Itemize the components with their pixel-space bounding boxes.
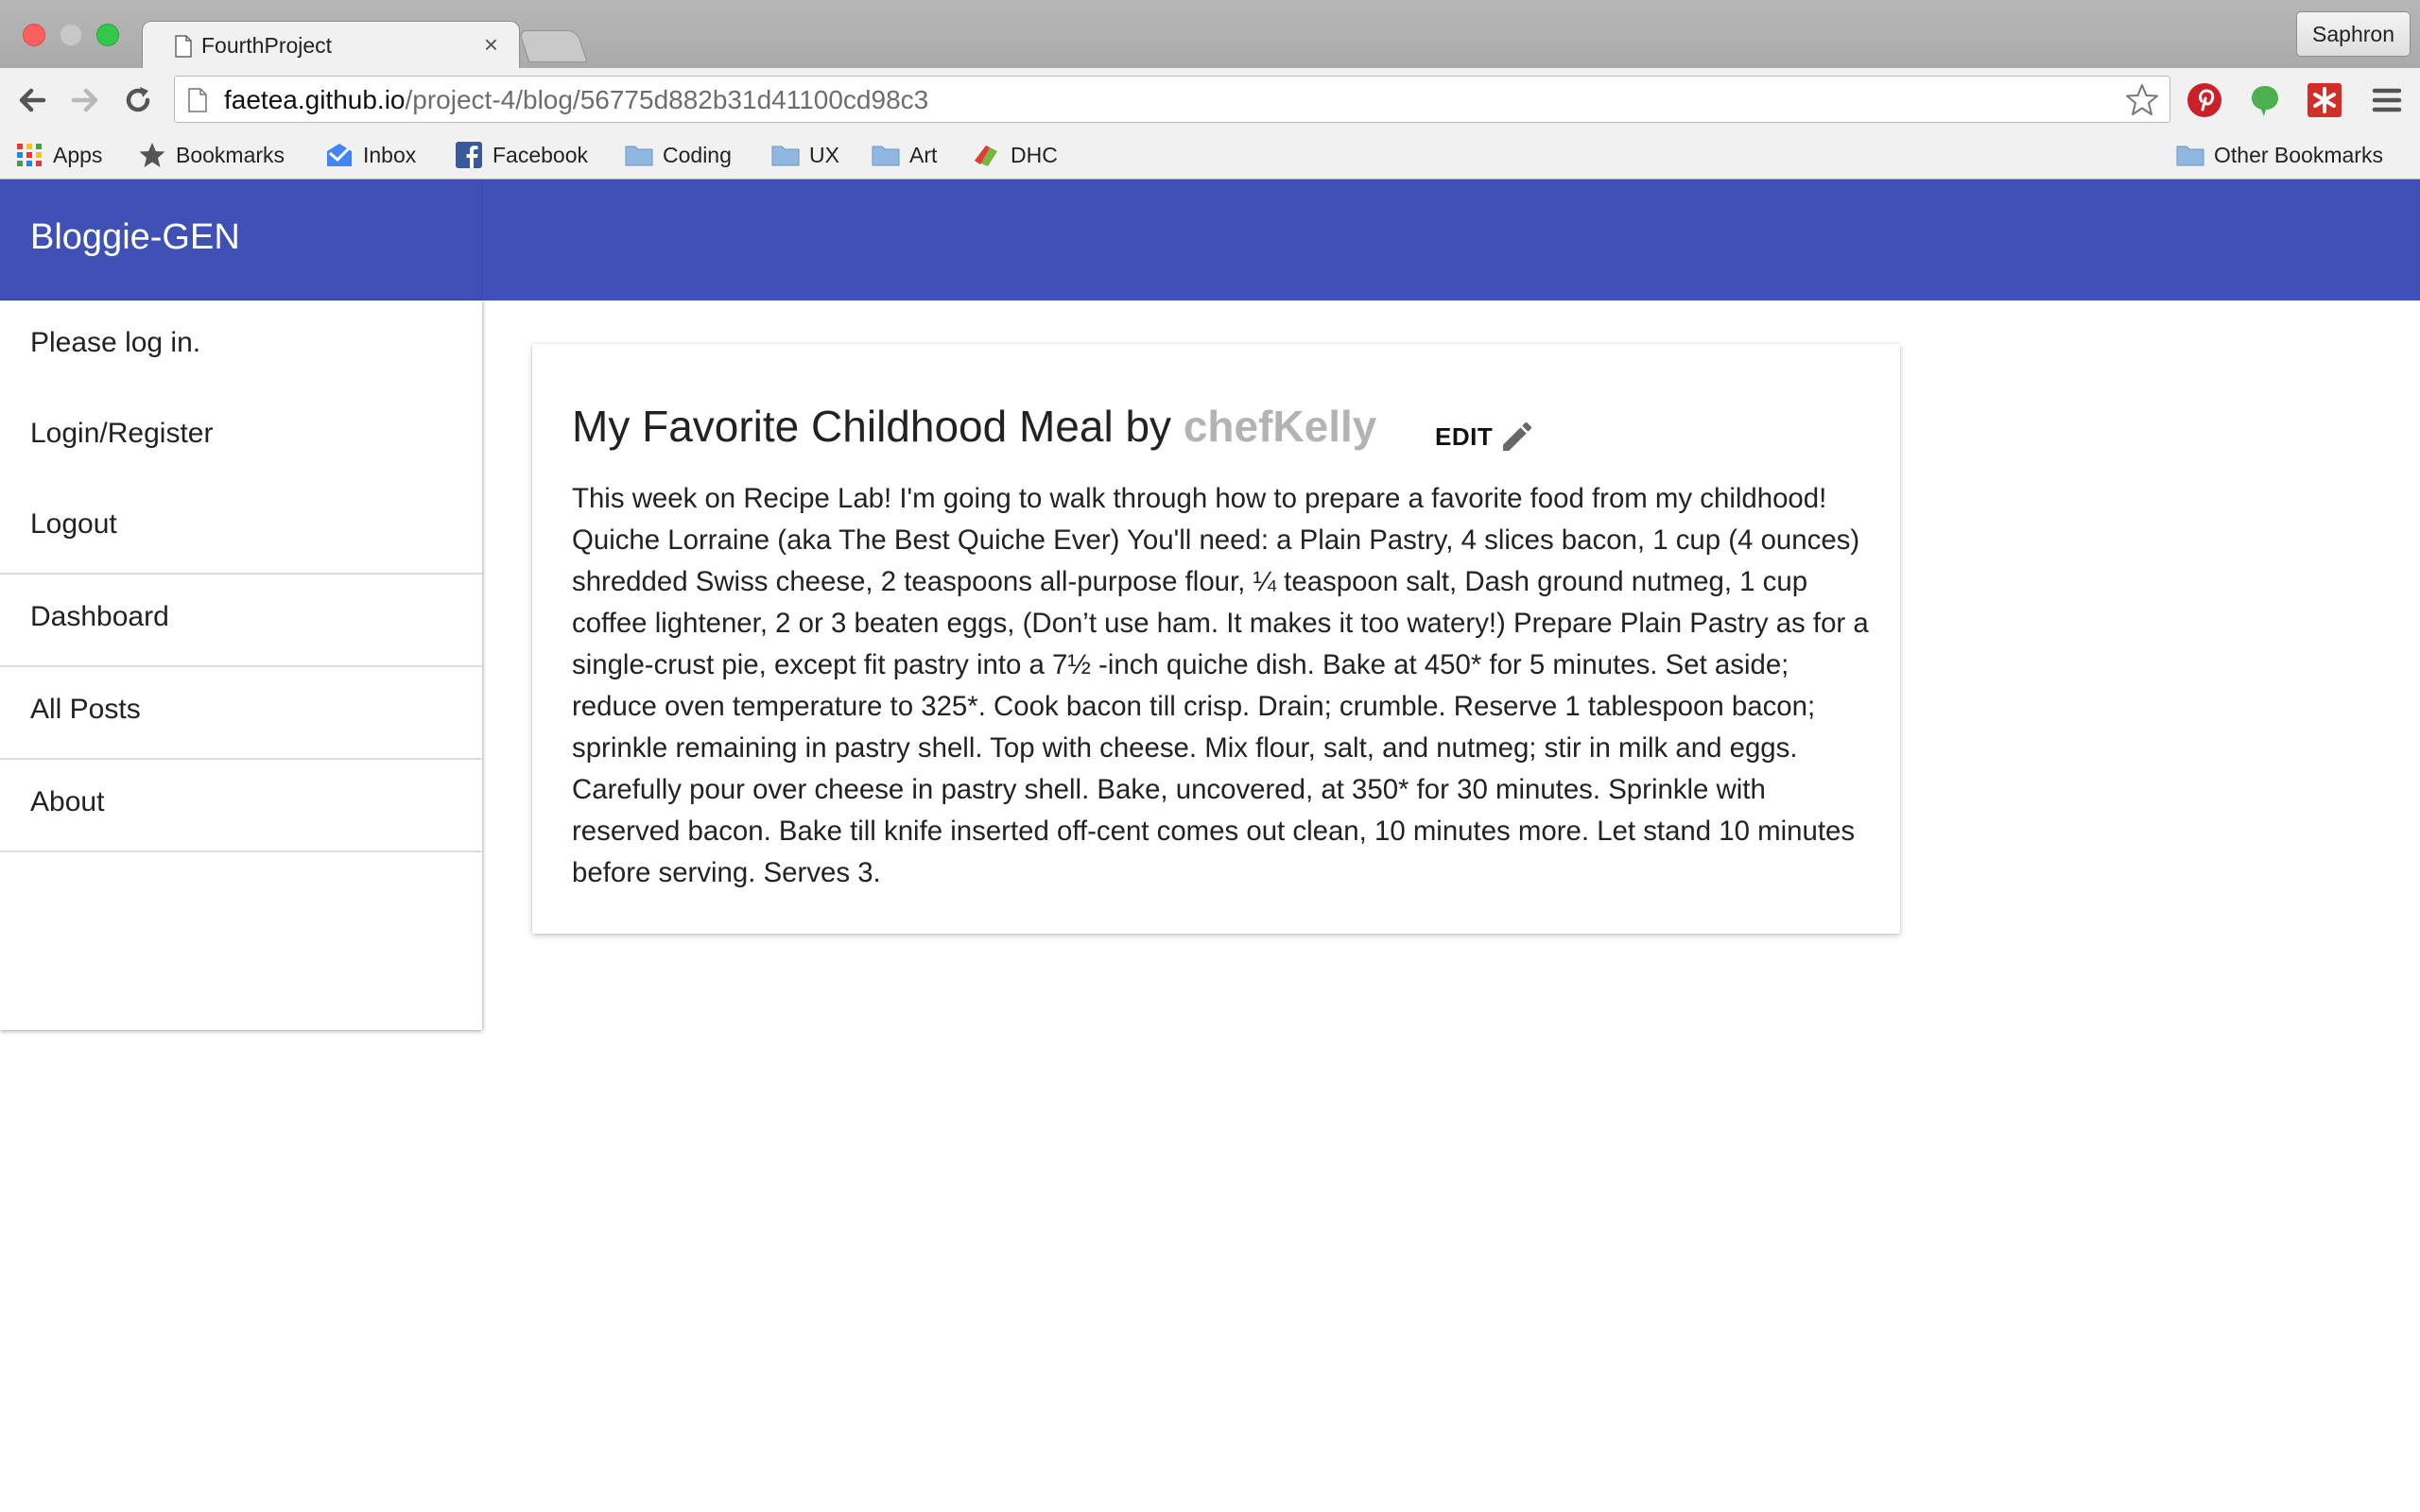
new-tab-button[interactable]	[518, 30, 588, 62]
bookmark-inbox[interactable]: Inbox	[325, 140, 416, 170]
bookmark-label: UX	[809, 142, 839, 167]
bookmark-folder-art[interactable]: Art	[872, 140, 937, 170]
close-window-button[interactable]	[23, 24, 45, 46]
bookmark-label: Bookmarks	[176, 142, 285, 167]
bookmark-label: Art	[909, 142, 938, 167]
browser-toolbar: faetea.github.io/project-4/blog/56775d88…	[0, 68, 2420, 130]
app-bar: Bloggie-GEN	[0, 180, 2420, 301]
browser-tab-active[interactable]: FourthProject ×	[142, 21, 520, 70]
forward-icon[interactable]	[68, 83, 102, 117]
nav-item-about[interactable]: About	[0, 760, 482, 850]
bookmark-dhc[interactable]: DHC	[973, 140, 1058, 170]
bookmark-label: Facebook	[493, 142, 589, 167]
facebook-icon	[456, 142, 482, 168]
url-path: /project-4/blog/56775d882b31d41100cd98c3	[405, 85, 929, 114]
nav-item-label: All Posts	[30, 694, 141, 725]
edit-label: EDIT	[1435, 421, 1494, 451]
dhc-icon	[975, 146, 997, 166]
address-bar[interactable]: faetea.github.io/project-4/blog/56775d88…	[174, 76, 2170, 123]
inbox-icon	[327, 144, 352, 166]
nav-item-label: Dashboard	[30, 601, 169, 632]
nav-item-login-register[interactable]: Login/Register	[0, 391, 482, 482]
bookmark-apps[interactable]: Apps	[15, 140, 102, 170]
folder-icon	[625, 146, 653, 166]
back-icon[interactable]	[15, 83, 49, 117]
post-author: chefKelly	[1183, 402, 1377, 451]
lastpass-icon[interactable]	[2307, 82, 2342, 118]
tab-strip: FourthProject × Saphron	[0, 0, 2420, 70]
apps-grid-icon	[17, 144, 42, 166]
star-icon	[139, 143, 165, 167]
nav-item-dashboard[interactable]: Dashboard	[0, 575, 482, 665]
brand-area: Bloggie-GEN	[0, 180, 482, 301]
post-title: My Favorite Childhood Meal by chefKelly	[572, 401, 1376, 452]
nav-item-label: Login/Register	[30, 418, 214, 449]
reload-icon[interactable]	[121, 83, 155, 117]
nav-status-message: Please log in.	[0, 301, 482, 391]
bookmark-folder-ux[interactable]: UX	[771, 140, 839, 170]
app-title[interactable]: Bloggie-GEN	[30, 217, 240, 258]
pinterest-icon[interactable]	[2187, 82, 2222, 118]
page-icon	[175, 35, 192, 58]
evernote-bubble-icon[interactable]	[2247, 82, 2283, 118]
bookmark-label: Other Bookmarks	[2214, 142, 2383, 167]
nav-item-logout[interactable]: Logout	[0, 482, 482, 573]
post-card: My Favorite Childhood Meal by chefKelly …	[532, 344, 1900, 934]
bookmark-label: Inbox	[363, 142, 417, 167]
bookmark-label: Apps	[53, 142, 103, 167]
url-host: faetea.github.io	[224, 85, 406, 114]
pencil-icon	[1503, 421, 1532, 451]
folder-icon	[872, 146, 900, 166]
bookmark-other-bookmarks[interactable]: Other Bookmarks	[2176, 140, 2383, 170]
post-body: This week on Recipe Lab! I'm going to wa…	[572, 483, 1869, 888]
bookmark-facebook[interactable]: Facebook	[455, 140, 588, 170]
nav-drawer: Please log in. Login/Register Logout Das…	[0, 301, 482, 1030]
folder-icon	[2176, 146, 2204, 166]
bookmark-folder-coding[interactable]: Coding	[625, 140, 732, 170]
maximize-window-button[interactable]	[96, 24, 119, 46]
browser-chrome: FourthProject × Saphron faetea.github.io…	[0, 0, 2420, 180]
folder-icon	[771, 146, 800, 166]
minimize-window-button[interactable]	[60, 24, 82, 46]
bookmarks-bar: Apps Bookmarks Inbox Facebook Coding UX …	[0, 130, 2420, 180]
profile-button[interactable]: Saphron	[2296, 11, 2411, 57]
nav-item-label: About	[30, 786, 105, 817]
url-text: faetea.github.io/project-4/blog/56775d88…	[224, 86, 928, 114]
nav-divider	[0, 850, 482, 852]
nav-item-all-posts[interactable]: All Posts	[0, 667, 482, 758]
menu-icon[interactable]	[2369, 82, 2405, 118]
page-icon	[188, 88, 207, 112]
edit-post-button[interactable]: EDIT	[1435, 416, 1536, 457]
bookmark-star-icon[interactable]	[2124, 82, 2160, 118]
tab-close-icon[interactable]: ×	[484, 30, 498, 59]
bookmark-label: DHC	[1011, 142, 1058, 167]
nav-item-label: Please log in.	[30, 327, 201, 358]
bookmark-bookmarks[interactable]: Bookmarks	[138, 140, 285, 170]
post-title-text: My Favorite Childhood Meal by	[572, 402, 1184, 451]
tab-title: FourthProject	[201, 33, 333, 58]
bookmark-label: Coding	[663, 142, 732, 167]
nav-item-label: Logout	[30, 508, 117, 540]
